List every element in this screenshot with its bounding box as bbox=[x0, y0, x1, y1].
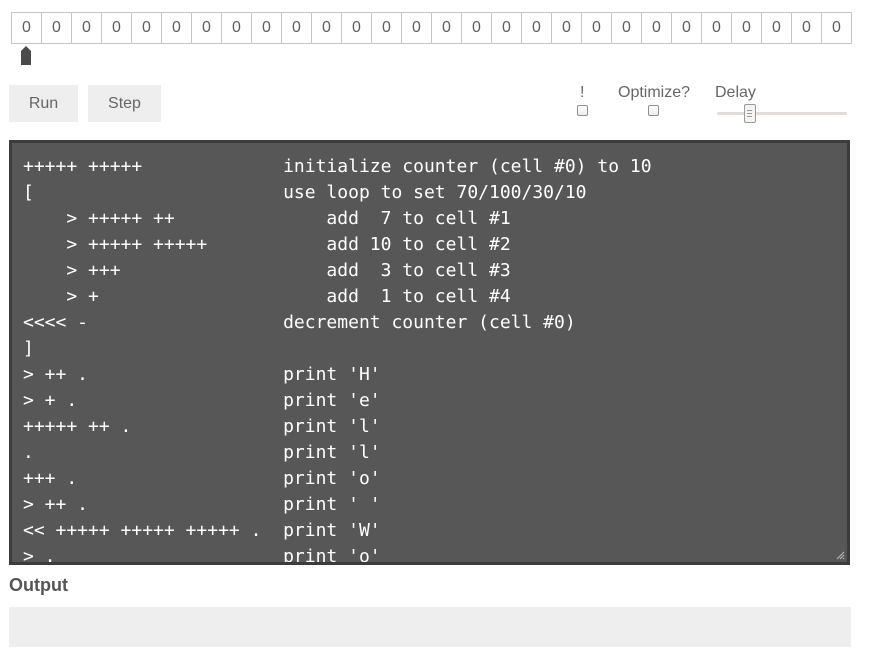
tape-cell: 0 bbox=[192, 13, 222, 43]
tape-cell: 0 bbox=[12, 13, 42, 43]
delay-slider-thumb[interactable] bbox=[743, 104, 756, 123]
tape-cell: 0 bbox=[252, 13, 282, 43]
tape-cell: 0 bbox=[582, 13, 612, 43]
step-button[interactable]: Step bbox=[88, 85, 161, 122]
tape-cell: 0 bbox=[402, 13, 432, 43]
tape-cell: 0 bbox=[72, 13, 102, 43]
tape-cell: 0 bbox=[162, 13, 192, 43]
tape-cell: 0 bbox=[732, 13, 762, 43]
optimize-label: Optimize? bbox=[618, 84, 691, 101]
tape-cell: 0 bbox=[702, 13, 732, 43]
tape-cell: 0 bbox=[792, 13, 822, 43]
resize-grip-icon[interactable] bbox=[836, 551, 845, 560]
tape-cell: 0 bbox=[432, 13, 462, 43]
tape-cell: 0 bbox=[552, 13, 582, 43]
tape-cell: 0 bbox=[312, 13, 342, 43]
tape-cell: 0 bbox=[282, 13, 312, 43]
tape-cell: 0 bbox=[372, 13, 402, 43]
output-heading: Output bbox=[9, 575, 68, 595]
code-text[interactable]: +++++ +++++ initialize counter (cell #0)… bbox=[12, 143, 847, 562]
tape-cell: 0 bbox=[522, 13, 552, 43]
memory-tape: 0000000000000000000000000000 bbox=[11, 12, 852, 44]
tape-cell: 0 bbox=[492, 13, 522, 43]
tape-cell: 0 bbox=[612, 13, 642, 43]
tape-cell: 0 bbox=[462, 13, 492, 43]
tape-cell: 0 bbox=[672, 13, 702, 43]
delay-slider-track[interactable] bbox=[717, 112, 847, 115]
delay-label: Delay bbox=[715, 84, 756, 101]
bang-label: ! bbox=[580, 84, 585, 101]
tape-cell: 0 bbox=[342, 13, 372, 43]
tape-cell: 0 bbox=[102, 13, 132, 43]
bang-checkbox[interactable] bbox=[577, 105, 588, 116]
tape-cell: 0 bbox=[762, 13, 792, 43]
run-button[interactable]: Run bbox=[9, 85, 78, 122]
tape-cell: 0 bbox=[822, 13, 852, 43]
output-box bbox=[9, 607, 851, 647]
tape-cell: 0 bbox=[642, 13, 672, 43]
tape-cell: 0 bbox=[132, 13, 162, 43]
tape-pointer-icon bbox=[21, 46, 31, 65]
code-editor[interactable]: +++++ +++++ initialize counter (cell #0)… bbox=[9, 140, 850, 565]
optimize-checkbox[interactable] bbox=[648, 105, 659, 116]
tape-cell: 0 bbox=[222, 13, 252, 43]
tape-cell: 0 bbox=[42, 13, 72, 43]
